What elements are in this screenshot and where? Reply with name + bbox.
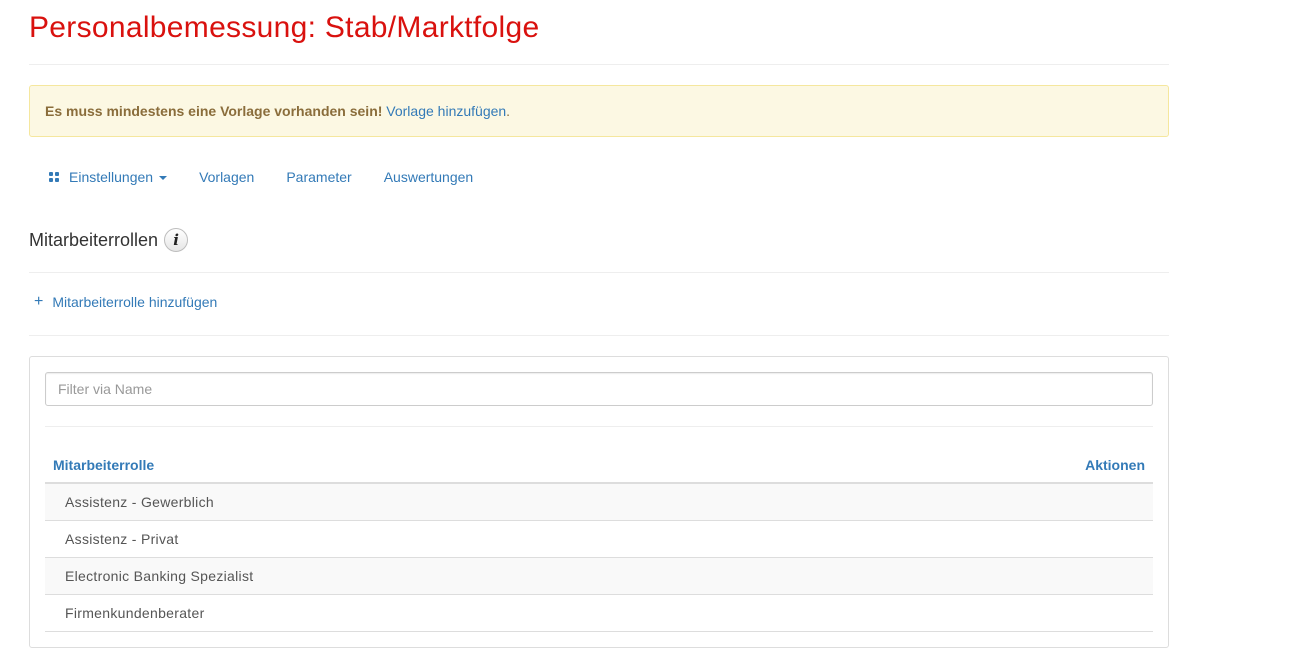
main-nav: Einstellungen Vorlagen Parameter Auswert… (29, 166, 473, 188)
info-icon[interactable]: i (164, 228, 189, 252)
table-row[interactable]: Assistenz - Privat (45, 521, 1153, 558)
table-row[interactable]: Firmenkundenberater (45, 595, 1153, 632)
table-row[interactable]: Assistenz - Gewerblich (45, 484, 1153, 521)
grid-icon (49, 172, 59, 182)
section-header: Mitarbeiterrollen i (29, 228, 189, 252)
warning-alert: Es muss mindestens eine Vorlage vorhande… (29, 85, 1169, 137)
column-header-role[interactable]: Mitarbeiterrolle (53, 457, 154, 473)
add-role-button[interactable]: + Mitarbeiterrolle hinzufügen (34, 293, 218, 311)
table-header: Mitarbeiterrolle Aktionen (45, 447, 1153, 484)
nav-item-auswertungen[interactable]: Auswertungen (384, 169, 474, 185)
page-title: Personalbemessung: Stab/Marktfolge (29, 11, 540, 44)
add-divider (29, 335, 1169, 336)
add-role-label: Mitarbeiterrolle hinzufügen (52, 294, 218, 310)
column-header-actions[interactable]: Aktionen (1085, 457, 1145, 473)
nav-dropdown-label: Einstellungen (69, 169, 154, 185)
roles-table: Mitarbeiterrolle Aktionen Assistenz - Ge… (45, 447, 1153, 632)
alert-suffix: . (506, 103, 511, 119)
section-divider (29, 272, 1169, 273)
table-row[interactable]: Electronic Banking Spezialist (45, 558, 1153, 595)
filter-input[interactable] (45, 372, 1153, 406)
section-title: Mitarbeiterrollen (29, 229, 159, 250)
role-name: Firmenkundenberater (65, 605, 205, 621)
title-divider (29, 64, 1169, 65)
caret-down-icon (159, 176, 168, 180)
alert-message: Es muss mindestens eine Vorlage vorhande… (45, 103, 383, 119)
roles-panel: Mitarbeiterrolle Aktionen Assistenz - Ge… (29, 356, 1169, 648)
nav-item-parameter[interactable]: Parameter (286, 169, 351, 185)
role-name: Assistenz - Gewerblich (65, 494, 214, 510)
role-name: Assistenz - Privat (65, 531, 179, 547)
nav-item-vorlagen[interactable]: Vorlagen (199, 169, 254, 185)
plus-icon: + (34, 293, 44, 310)
add-template-link[interactable]: Vorlage hinzufügen (386, 103, 506, 119)
nav-dropdown-einstellungen[interactable]: Einstellungen (49, 169, 168, 185)
panel-divider (45, 426, 1153, 427)
role-name: Electronic Banking Spezialist (65, 568, 254, 584)
